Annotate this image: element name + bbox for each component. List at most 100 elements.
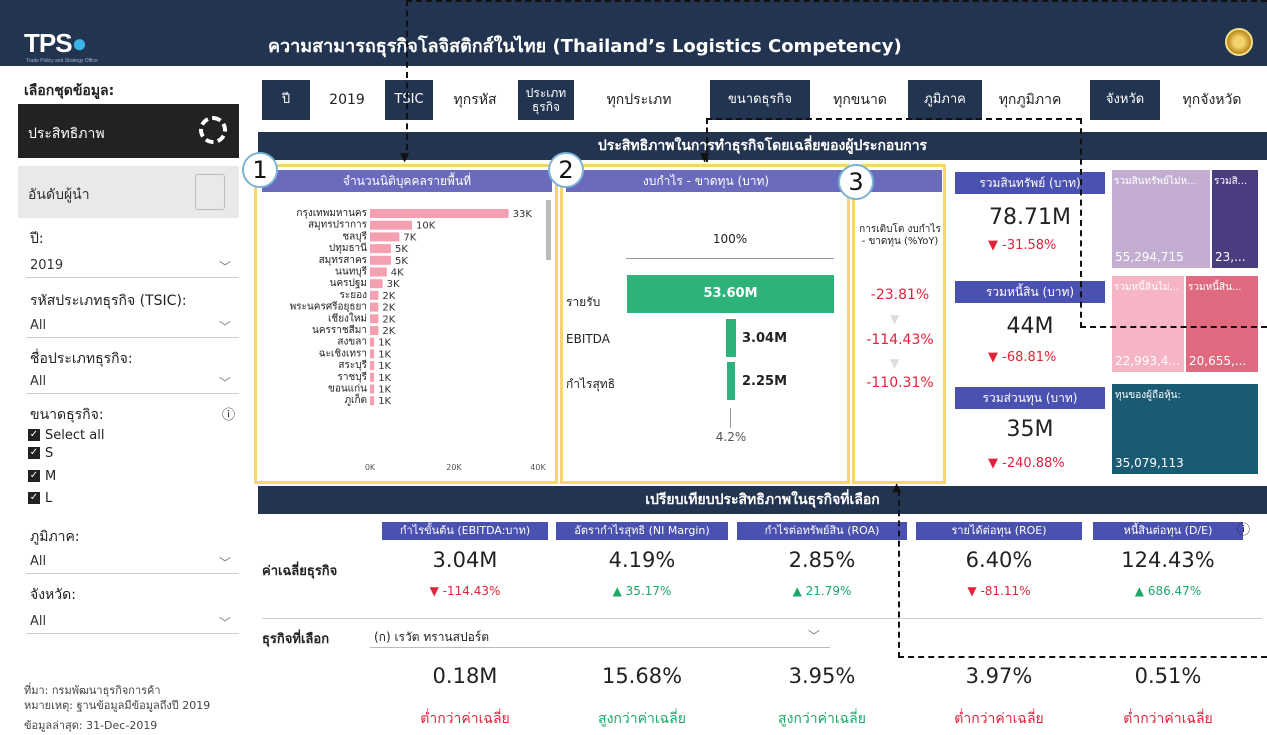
- entities-bar-chart: กรุงเทพมหานคร 33K สมุทรปราการ 10K ชลบุรี 7K ปท…: [290, 208, 547, 472]
- x-axis-tick: 0K: [365, 463, 376, 472]
- selected-vs-average: สูงกว่าค่าเฉลี่ย: [778, 711, 866, 727]
- avg-delta: ▲ 21.79%: [792, 584, 852, 598]
- bar-value-label: 4K: [391, 268, 404, 279]
- selected-vs-average: ต่ำกว่าค่าเฉลี่ย: [420, 711, 510, 727]
- bar[interactable]: [370, 396, 375, 406]
- col-roa: กำไรต่อทรัพย์สิน (ROA): [737, 522, 907, 540]
- annotation-dashed-left: [406, 0, 408, 150]
- down-arrow-icon: ▼: [890, 356, 900, 370]
- bar-category-label: ขอนแก่น: [328, 384, 367, 395]
- bar-category-label: นครราชสีมา: [312, 324, 367, 336]
- col-roe: รายได้ต่อทุน (ROE): [916, 522, 1082, 540]
- growth-title: การเติบโต งบกำไร - ขาดทุน (%YoY): [859, 224, 941, 247]
- avg-delta: ▲ 35.17%: [612, 584, 672, 598]
- tile-noncurrent-liabilities[interactable]: รวมหนี้สินไม่... 22,993,4...: [1112, 276, 1184, 372]
- chart-scrollbar[interactable]: [546, 200, 551, 260]
- bar-value-label: 5K: [395, 244, 408, 255]
- annotation-dashed-right-bottom: [1080, 326, 1267, 328]
- province-select[interactable]: All ﹀: [26, 610, 239, 634]
- tile-current-assets[interactable]: รวมสิ... 23,...: [1212, 170, 1258, 268]
- bar-value-label: 7K: [403, 232, 416, 243]
- tsic-select[interactable]: All ﹀: [26, 314, 239, 338]
- trophy-icon: [195, 174, 225, 210]
- size-checkbox-l[interactable]: ✓ L: [28, 490, 52, 506]
- panel-income-title: งบกำไร - ขาดทุน (บาท): [566, 170, 846, 192]
- chevron-down-icon: ﹀: [218, 320, 231, 334]
- bar[interactable]: [370, 361, 375, 371]
- bar[interactable]: [370, 290, 379, 300]
- checkbox-icon: ✓: [28, 447, 40, 459]
- avg-delta: ▼ -81.11%: [967, 584, 1031, 598]
- avg-row-label: ค่าเฉลี่ยธุรกิจ: [262, 564, 338, 579]
- bar[interactable]: [370, 232, 400, 242]
- panel-income-statement: [560, 164, 850, 484]
- annotation-dashed-right: [1080, 118, 1082, 328]
- bar-value-label: 3K: [387, 279, 400, 290]
- selected-value: 3.95%: [788, 664, 856, 688]
- company-select[interactable]: (ก) เรวัต ทรานสปอร์ต ﹀: [370, 624, 830, 648]
- efficiency-button[interactable]: ประสิทธิภาพ: [18, 104, 239, 158]
- growth-ebitda: -114.43%: [866, 332, 934, 348]
- panel-entities-title: จำนวนนิติบุคคลรายพื้นที่: [262, 170, 552, 192]
- tile-noncurrent-assets[interactable]: รวมสินทรัพย์ไม่ห... 55,294,715: [1112, 170, 1210, 268]
- bar[interactable]: [370, 314, 379, 324]
- x-axis-tick: 20K: [446, 463, 462, 472]
- selected-vs-average: ต่ำกว่าค่าเฉลี่ย: [954, 711, 1044, 727]
- selected-value: 0.18M: [432, 664, 498, 688]
- kpi-equity-delta: ▼ -240.88%: [988, 456, 1065, 471]
- bar-category-label: สมุทรปราการ: [308, 220, 368, 231]
- filter-key-year: ปี: [262, 80, 310, 120]
- annotation-dashed-bottom-left: [898, 490, 900, 658]
- x-axis-tick: 40K: [530, 463, 546, 472]
- info-icon[interactable]: ⓘ: [1237, 519, 1250, 538]
- bar[interactable]: [370, 244, 391, 254]
- tile-shareholders-equity[interactable]: ทุนของผู้ถือหุ้น: 35,079,113: [1112, 384, 1258, 474]
- size-checkbox-m[interactable]: ✓ M: [28, 468, 56, 484]
- bar[interactable]: [370, 209, 509, 218]
- year-select[interactable]: 2019 ﹀: [26, 254, 239, 278]
- bar-category-label: นนทบุรี: [335, 266, 368, 278]
- filter-value-year: 2019: [329, 92, 365, 108]
- bar-category-label: ระยอง: [340, 290, 368, 301]
- bar-category-label: สระบุรี: [338, 359, 367, 371]
- bar[interactable]: [370, 349, 375, 359]
- bar[interactable]: [370, 220, 412, 230]
- bar[interactable]: [370, 384, 375, 394]
- tile-current-liabilities[interactable]: รวมหนี้สิน... 20,655,...: [1186, 276, 1258, 372]
- kpi-assets-delta: ▼ -31.58%: [988, 238, 1057, 253]
- bar[interactable]: [370, 326, 379, 335]
- tsic-label: รหัสประเภทธุรกิจ (TSIC):: [30, 293, 187, 309]
- section-compare-title: เปรียบเทียบประสิทธิภาพในธุรกิจที่เลือก: [258, 486, 1267, 514]
- chevron-down-icon: ﹀: [218, 376, 231, 390]
- size-checkbox-all[interactable]: ✓ Select all: [28, 427, 104, 443]
- chevron-down-icon: ﹀: [807, 629, 820, 643]
- region-label: ภูมิภาค:: [30, 529, 80, 545]
- bar[interactable]: [370, 255, 391, 265]
- avg-delta: ▼ -114.43%: [429, 584, 501, 598]
- bar[interactable]: [370, 337, 375, 347]
- region-select[interactable]: All ﹀: [26, 550, 239, 574]
- bar-category-label: ราชบุรี: [338, 371, 368, 383]
- bar[interactable]: [370, 267, 387, 277]
- ranking-button[interactable]: อันดับผู้นำ: [18, 166, 239, 218]
- bar[interactable]: [370, 302, 379, 312]
- ministry-seal-icon: [1225, 28, 1253, 56]
- avg-value: 3.04M: [432, 548, 498, 572]
- bar-value-label: 1K: [378, 338, 391, 349]
- year-label: ปี:: [30, 231, 44, 247]
- bar-value-label: 1K: [378, 373, 391, 384]
- filter-value-region: ทุกภูมิภาค: [998, 92, 1062, 108]
- arrow-up-icon: ▲: [892, 480, 902, 494]
- checkbox-icon: ✓: [28, 492, 40, 504]
- bar[interactable]: [370, 279, 383, 289]
- filter-value-tsic: ทุกรหัส: [453, 92, 497, 108]
- business-type-select[interactable]: All ﹀: [26, 370, 239, 394]
- size-checkbox-s[interactable]: ✓ S: [28, 445, 53, 461]
- page-title: ความสามารถธุรกิจโลจิสติกส์ในไทย (Thailan…: [268, 36, 902, 57]
- avg-value: 4.19%: [608, 548, 676, 572]
- bar-category-label: ปทุมธานี: [329, 242, 367, 254]
- bar[interactable]: [370, 372, 375, 382]
- section-efficiency-title: ประสิทธิภาพในการทำธุรกิจโดยเฉลี่ยของผู้ป…: [258, 132, 1267, 160]
- bar-value-label: 10K: [416, 221, 436, 232]
- info-icon[interactable]: ⓘ: [222, 404, 235, 423]
